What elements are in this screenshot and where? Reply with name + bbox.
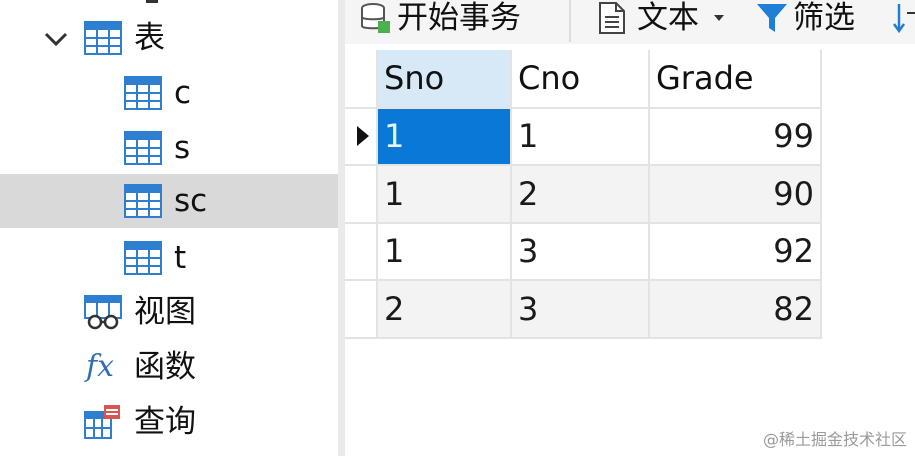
tree-item-label: c [174,75,192,111]
cell-grade[interactable]: 82 [649,280,822,339]
watermark: @稀土掘金技术社区 [762,430,907,449]
cell-grade[interactable]: 90 [649,165,822,224]
tree-item-table-t[interactable]: t [0,231,338,285]
row-indicator[interactable] [345,165,378,224]
row-indicator[interactable] [345,222,378,281]
row-indicator-header [345,50,378,109]
tree-item-table-c[interactable]: c [0,66,338,120]
sort-icon [893,4,915,34]
tree-scroll-stub [146,0,158,3]
grid-toolbar: 开始事务 文本 筛选 [345,0,915,44]
tree-group-queries-label: 查询 [134,404,196,440]
table-row[interactable]: 1 3 92 [345,222,822,281]
column-header-cno[interactable]: Cno [511,50,650,109]
table-row[interactable]: 1 2 90 [345,165,822,224]
tree-group-tables[interactable]: 表 [0,11,338,65]
text-view-button[interactable]: 文本 [597,0,727,36]
toolbar-divider [569,0,571,42]
query-icon [84,405,120,439]
result-table[interactable]: Sno Cno Grade 1 1 99 1 2 90 1 3 92 2 3 8… [345,50,822,339]
tree-group-functions-label: 函数 [134,349,196,385]
chevron-down-icon[interactable] [42,25,70,53]
table-row[interactable]: 1 1 99 [345,107,822,166]
cell-cno[interactable]: 3 [511,222,650,281]
cell-grade[interactable]: 99 [649,107,822,166]
function-icon: fx [86,349,115,384]
table-row[interactable]: 2 3 82 [345,280,822,339]
filter-label: 筛选 [793,0,855,36]
current-row-pointer-icon [357,126,369,147]
tree-item-label: s [174,130,191,166]
column-header-sno[interactable]: Sno [377,50,512,109]
table-icon [84,21,122,55]
tree-group-views-label: 视图 [134,294,196,330]
tree-item-table-s[interactable]: s [0,121,338,175]
database-transaction-icon [361,3,390,33]
cell-cno[interactable]: 1 [511,107,650,166]
view-icon [84,295,122,330]
filter-funnel-icon [757,4,787,32]
cell-sno[interactable]: 1 [377,165,512,224]
object-tree: 表 c s sc t 视图 fx 函数 查询 [0,0,338,456]
table-icon [124,184,162,218]
cell-sno[interactable]: 2 [377,280,512,339]
document-icon [599,2,625,34]
table-icon [124,241,162,275]
cell-cno[interactable]: 2 [511,165,650,224]
text-view-label: 文本 [637,0,699,36]
tree-group-views[interactable]: 视图 [0,285,338,339]
tree-item-table-sc[interactable]: sc [0,174,338,228]
tree-group-functions[interactable]: fx 函数 [0,340,338,394]
tree-item-label: sc [174,183,208,219]
tree-group-queries[interactable]: 查询 [0,395,338,449]
row-indicator[interactable] [345,107,378,166]
begin-transaction-label: 开始事务 [397,0,521,36]
data-grid[interactable]: Sno Cno Grade 1 1 99 1 2 90 1 3 92 2 3 8… [345,44,915,456]
filter-button[interactable]: 筛选 [755,0,855,36]
table-icon [124,131,162,165]
row-indicator[interactable] [345,280,378,339]
table-icon [124,76,162,110]
sort-button[interactable] [893,0,915,36]
tree-group-tables-label: 表 [134,20,165,56]
cell-sno[interactable]: 1 [377,107,512,166]
begin-transaction-button[interactable]: 开始事务 [359,0,521,36]
tree-item-label: t [174,240,187,276]
cell-cno[interactable]: 3 [511,280,650,339]
cell-sno[interactable]: 1 [377,222,512,281]
column-header-grade[interactable]: Grade [649,50,822,109]
header-row: Sno Cno Grade [345,50,822,109]
cell-grade[interactable]: 92 [649,222,822,281]
pane-splitter[interactable] [338,0,345,456]
dropdown-arrow-icon[interactable] [711,10,727,26]
